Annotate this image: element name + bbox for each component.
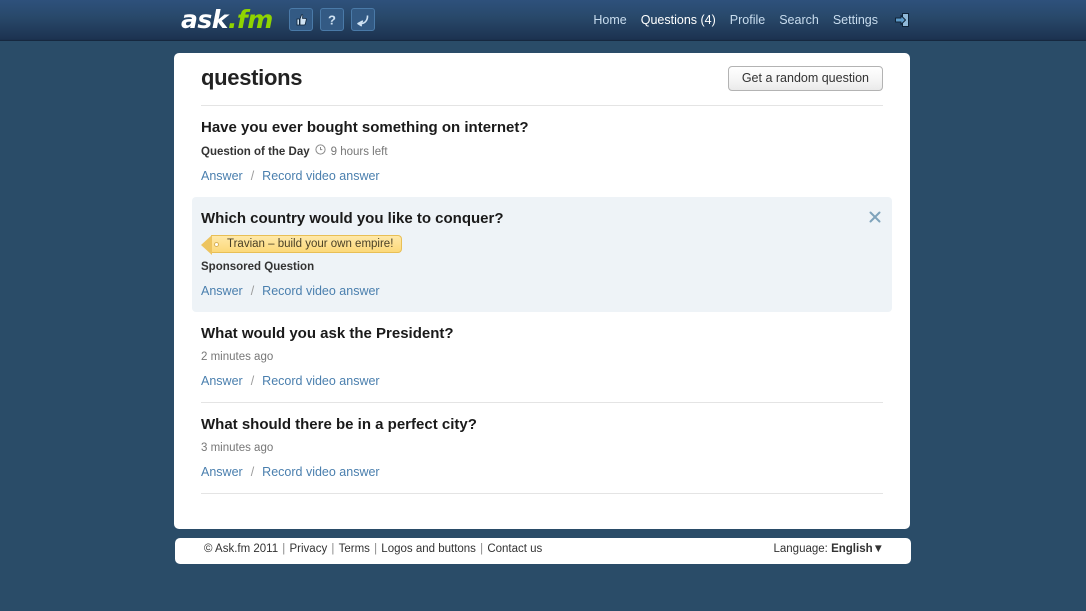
answer-link[interactable]: Answer [201, 168, 243, 184]
curved-arrow-icon [356, 13, 370, 27]
questions-card: questions Get a random question Have you… [174, 53, 910, 529]
language-selector[interactable]: Language: English▼ [774, 543, 885, 555]
question-meta: Sponsored Question [201, 260, 883, 275]
footer-pipe: | [328, 543, 338, 555]
question-text: What would you ask the President? [201, 325, 454, 342]
question-list: Have you ever bought something on intern… [192, 105, 892, 529]
clock-icon [315, 144, 326, 160]
action-separator: / [250, 169, 255, 183]
answer-link[interactable]: Answer [201, 283, 243, 299]
question-meta-label: Question of the Day [201, 145, 310, 158]
question-actions: Answer / Record video answer [201, 464, 883, 480]
language-label: Language: [773, 543, 828, 555]
card-header: questions Get a random question [201, 53, 883, 105]
main-navigation: Home Questions (4) Profile Search Settin… [593, 13, 911, 28]
sponsored-question-item: Which country would you like to conquer?… [192, 197, 892, 312]
logo-text-ask: ask [181, 5, 228, 34]
page-container: questions Get a random question Have you… [173, 41, 913, 564]
copyright-text: © Ask.fm 2011 [204, 543, 279, 555]
footer-pipe: | [476, 543, 487, 555]
footer-link-logos-and-buttons[interactable]: Logos and buttons [381, 543, 476, 555]
question-item: What would you ask the President? 2 minu… [201, 312, 883, 402]
question-text: Have you ever bought something on intern… [201, 119, 529, 136]
action-separator: / [250, 284, 255, 298]
footer-links: © Ask.fm 2011 | Privacy | Terms | Logos … [204, 543, 542, 555]
top-navigation-bar: ask.fm ? Home Questions (4) Profile Sear… [0, 0, 1086, 41]
question-mark-icon: ? [325, 13, 339, 27]
question-actions: Answer / Record video answer [201, 373, 883, 389]
thumbs-up-icon [294, 13, 308, 27]
footer-link-privacy[interactable]: Privacy [290, 543, 328, 555]
sponsor-tag[interactable]: Travian – build your own empire! [200, 235, 403, 255]
record-video-answer-link[interactable]: Record video answer [262, 464, 379, 480]
nav-item-search[interactable]: Search [779, 13, 819, 28]
answer-link[interactable]: Answer [201, 373, 243, 389]
page-footer: © Ask.fm 2011 | Privacy | Terms | Logos … [175, 538, 911, 564]
list-bottom-divider [201, 493, 883, 494]
sponsored-label: Sponsored Question [201, 261, 315, 273]
nav-item-questions[interactable]: Questions (4) [641, 13, 716, 28]
question-item: What should there be in a perfect city? … [201, 402, 883, 493]
thumbs-up-button[interactable] [289, 8, 313, 31]
help-button[interactable]: ? [320, 8, 344, 31]
record-video-answer-link[interactable]: Record video answer [262, 373, 379, 389]
logout-icon[interactable] [894, 12, 911, 28]
nav-item-home[interactable]: Home [593, 13, 626, 28]
question-meta: 2 minutes ago [201, 350, 883, 365]
nav-item-settings[interactable]: Settings [833, 13, 878, 28]
question-meta: 3 minutes ago [201, 441, 883, 456]
record-video-answer-link[interactable]: Record video answer [262, 168, 379, 184]
question-text: What should there be in a perfect city? [201, 416, 477, 433]
footer-link-contact-us[interactable]: Contact us [487, 543, 542, 555]
question-time: 2 minutes ago [201, 351, 274, 363]
site-logo[interactable]: ask.fm [181, 6, 273, 34]
question-text: Which country would you like to conquer? [201, 210, 504, 227]
language-value: English [831, 543, 873, 555]
chevron-down-icon: ▼ [872, 543, 884, 555]
sponsor-tag-row: Travian – build your own empire! [200, 235, 883, 255]
action-separator: / [250, 465, 255, 479]
svg-text:?: ? [328, 13, 336, 27]
question-actions: Answer / Record video answer [201, 168, 883, 184]
header-icon-button-group: ? [289, 8, 375, 31]
question-item: Have you ever bought something on intern… [201, 105, 883, 197]
logo-text-fm: .fm [227, 5, 273, 34]
footer-pipe: | [279, 543, 289, 555]
question-meta: Question of the Day 9 hours left [201, 144, 883, 160]
answer-link[interactable]: Answer [201, 464, 243, 480]
question-time: 9 hours left [330, 145, 388, 158]
question-actions: Answer / Record video answer [201, 283, 883, 299]
footer-pipe: | [370, 543, 381, 555]
close-icon[interactable] [867, 209, 883, 225]
action-separator: / [250, 374, 255, 388]
get-random-question-button[interactable]: Get a random question [727, 66, 883, 91]
question-time: 3 minutes ago [201, 442, 274, 454]
page-title: questions [201, 65, 303, 90]
record-video-answer-link[interactable]: Record video answer [262, 283, 379, 299]
nav-item-profile[interactable]: Profile [730, 13, 765, 28]
reply-button[interactable] [351, 8, 375, 31]
footer-link-terms[interactable]: Terms [339, 543, 370, 555]
